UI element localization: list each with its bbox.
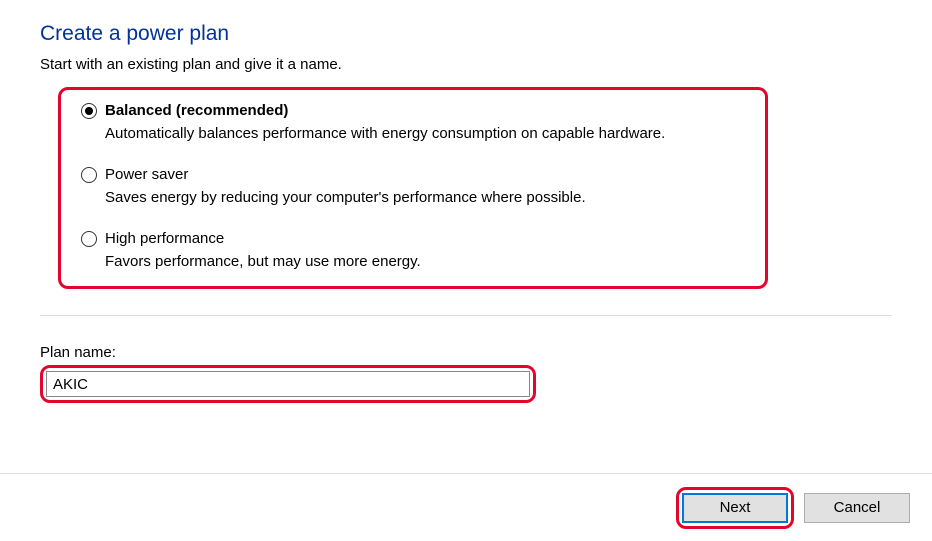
page-title: Create a power plan — [40, 22, 892, 46]
radio-balanced[interactable] — [81, 103, 97, 119]
plan-name-label: Plan name: — [40, 344, 892, 361]
plan-name-highlight — [40, 365, 536, 403]
page-subtitle: Start with an existing plan and give it … — [40, 56, 892, 73]
cancel-button[interactable]: Cancel — [804, 493, 910, 523]
radio-highperf[interactable] — [81, 231, 97, 247]
plan-desc-highperf: Favors performance, but may use more ene… — [105, 253, 745, 270]
next-button[interactable]: Next — [682, 493, 788, 523]
divider — [40, 315, 892, 316]
plan-name-input[interactable] — [46, 371, 530, 397]
plan-desc-balanced: Automatically balances performance with … — [105, 125, 745, 142]
radio-powersaver[interactable] — [81, 167, 97, 183]
plan-label-balanced: Balanced (recommended) — [105, 102, 288, 119]
plan-desc-powersaver: Saves energy by reducing your computer's… — [105, 189, 745, 206]
plan-label-powersaver: Power saver — [105, 166, 188, 183]
footer-bar: Next Cancel — [0, 473, 932, 541]
plan-option-powersaver[interactable]: Power saver Saves energy by reducing you… — [81, 166, 745, 206]
plan-option-balanced[interactable]: Balanced (recommended) Automatically bal… — [81, 102, 745, 142]
next-button-highlight: Next — [676, 487, 794, 529]
plan-option-highperf[interactable]: High performance Favors performance, but… — [81, 230, 745, 270]
plan-label-highperf: High performance — [105, 230, 224, 247]
plan-options-group: Balanced (recommended) Automatically bal… — [58, 87, 768, 289]
